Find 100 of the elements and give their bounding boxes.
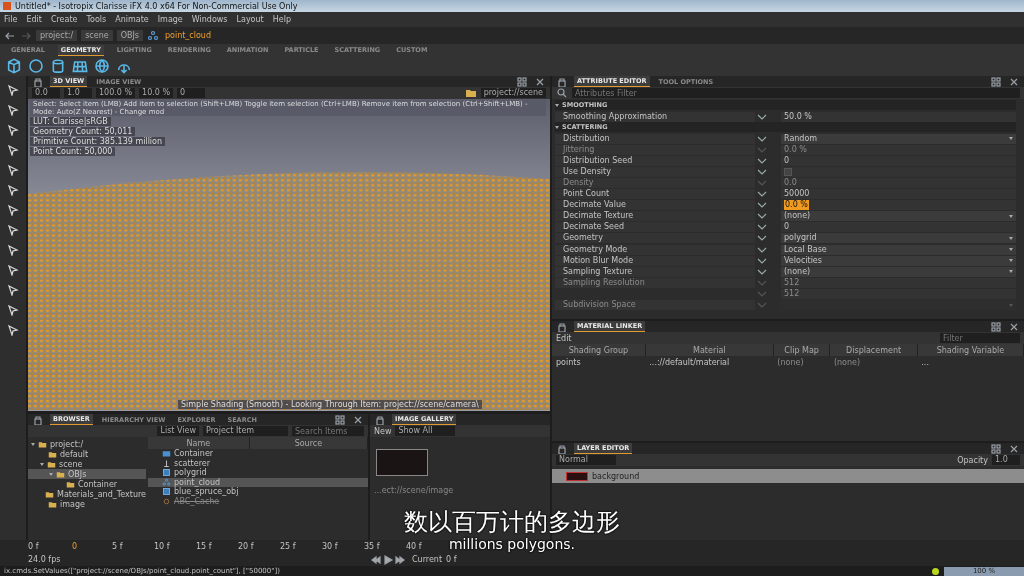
tree-item[interactable]: project:/ [28, 439, 146, 449]
filter-field[interactable]: Filter [940, 333, 1020, 343]
close-icon[interactable] [352, 414, 364, 426]
dropdown-field[interactable]: (none) [781, 211, 1016, 222]
filter-dropdown[interactable]: Show All [395, 426, 456, 436]
globe-icon[interactable] [94, 58, 110, 74]
checkbox[interactable] [784, 167, 792, 176]
menu-item[interactable]: Create [50, 15, 78, 24]
cube-icon[interactable] [6, 58, 22, 74]
expand-arrow-icon[interactable] [31, 442, 35, 446]
menu-item[interactable]: Animate [115, 15, 149, 24]
column-header[interactable]: Displacement [829, 344, 918, 356]
dropdown-caret-icon[interactable] [1009, 236, 1013, 240]
number-field[interactable]: 50000 [784, 189, 810, 200]
sphere-icon[interactable] [28, 58, 44, 74]
lock-icon[interactable] [32, 414, 44, 426]
new-button[interactable]: New [374, 426, 392, 436]
play-icon[interactable] [382, 553, 394, 566]
menu-item[interactable]: File [4, 15, 18, 24]
close-icon[interactable] [1008, 76, 1020, 88]
tree-item[interactable]: Materials_and_Texture [28, 489, 146, 499]
column-header[interactable]: Shading Group [552, 344, 646, 356]
value-field[interactable]: 0.0 [32, 88, 60, 98]
layout-grid-icon[interactable] [334, 414, 346, 426]
dropdown-caret-icon[interactable] [1009, 270, 1013, 274]
value-field[interactable]: 0 [177, 88, 205, 98]
menu-item[interactable]: Layout [236, 15, 264, 24]
column-header[interactable]: Material [645, 344, 774, 356]
points-icon[interactable] [146, 29, 159, 42]
dropdown-field[interactable]: Velocities [781, 255, 1016, 266]
rewind-icon[interactable] [370, 553, 382, 566]
column-header[interactable]: Name [148, 437, 250, 449]
list-item[interactable]: point_cloud [148, 477, 368, 487]
layout-grid-icon[interactable] [990, 76, 1002, 88]
lock-icon[interactable] [32, 76, 44, 88]
current-frame-field[interactable]: 0 f [446, 555, 457, 564]
collapse-arrow-icon[interactable] [555, 103, 559, 107]
select-arrow-icon[interactable] [7, 104, 19, 116]
path-segment[interactable]: scene [81, 30, 113, 41]
expand-arrow-icon[interactable] [40, 462, 44, 466]
collapse-arrow-icon[interactable] [555, 125, 559, 129]
menu-item[interactable]: Help [272, 15, 291, 24]
path-segment[interactable]: OBJs [116, 30, 143, 41]
menu-item[interactable]: Edit [26, 15, 42, 24]
close-icon[interactable] [534, 76, 546, 88]
column-header[interactable]: Source [249, 437, 368, 449]
lock-icon[interactable] [556, 321, 568, 333]
dropdown-field[interactable]: Local Base [781, 244, 1016, 255]
layout-grid-icon[interactable] [990, 443, 1002, 455]
close-icon[interactable] [1008, 321, 1020, 333]
tree-item[interactable]: default [28, 449, 146, 459]
dropdown-caret-icon[interactable] [1009, 137, 1013, 141]
column-header[interactable]: Clip Map [773, 344, 830, 356]
number-field[interactable]: 0.0 % [784, 200, 809, 211]
list-item[interactable]: Container [148, 449, 368, 459]
number-field[interactable]: 0 [784, 222, 790, 233]
cylinder-icon[interactable] [50, 58, 66, 74]
menu-item[interactable]: Windows [191, 15, 228, 24]
number-field[interactable]: 0 [784, 155, 790, 166]
list-item[interactable]: polygrid [148, 468, 368, 478]
tree-item[interactable]: Container [28, 479, 146, 489]
search-field[interactable]: Search Items [292, 426, 364, 436]
menu-item[interactable]: Image [157, 15, 183, 24]
dropdown-field[interactable]: (none) [781, 266, 1016, 277]
dropdown-caret-icon[interactable] [1009, 214, 1013, 218]
value-field[interactable]: 10.0 % [139, 88, 173, 98]
opacity-field[interactable]: 1.0 [992, 455, 1020, 465]
filter-field[interactable]: Attributes Filter [572, 88, 1020, 98]
close-icon[interactable] [1008, 443, 1020, 455]
layout-grid-icon[interactable] [990, 321, 1002, 333]
grid-icon[interactable] [72, 58, 88, 74]
lock-icon[interactable] [556, 443, 568, 455]
lock-icon[interactable] [556, 76, 568, 88]
column-header[interactable]: Shading Variable [917, 344, 1024, 356]
layer-row[interactable]: background [552, 469, 1024, 483]
list-item[interactable]: scatterer [148, 458, 368, 468]
edit-menu[interactable]: Edit [556, 333, 572, 343]
lock-icon[interactable] [374, 414, 386, 426]
layout-grid-icon[interactable] [516, 76, 528, 88]
image-thumbnail[interactable] [376, 449, 428, 476]
value-field[interactable]: 100.0 % [96, 88, 136, 98]
blend-mode-dropdown[interactable]: Normal [556, 455, 616, 465]
tree-item[interactable]: image [28, 499, 146, 509]
view-dropdown[interactable]: List View [157, 426, 199, 436]
menu-item[interactable]: Tools [86, 15, 107, 24]
number-field[interactable]: 50.0 % [784, 111, 812, 122]
time-cursor[interactable]: 0 [70, 542, 112, 551]
start-frame-field[interactable]: 0 f [28, 542, 70, 551]
dropdown-field[interactable]: Random [781, 133, 1016, 144]
tree-item[interactable]: OBJs [28, 469, 146, 479]
filter-dropdown[interactable]: Project Item [203, 426, 288, 436]
fast-forward-icon[interactable] [394, 553, 406, 566]
value-field[interactable]: 1.0 [64, 88, 92, 98]
list-item[interactable]: blue_spruce_obj [148, 487, 368, 497]
search-icon[interactable] [556, 87, 568, 99]
expand-arrow-icon[interactable] [49, 472, 53, 476]
path-field[interactable]: project://scene [480, 88, 546, 98]
dropdown-field[interactable]: polygrid [781, 233, 1016, 244]
dropdown-caret-icon[interactable] [1009, 259, 1013, 263]
tree-item[interactable]: scene [28, 459, 146, 469]
